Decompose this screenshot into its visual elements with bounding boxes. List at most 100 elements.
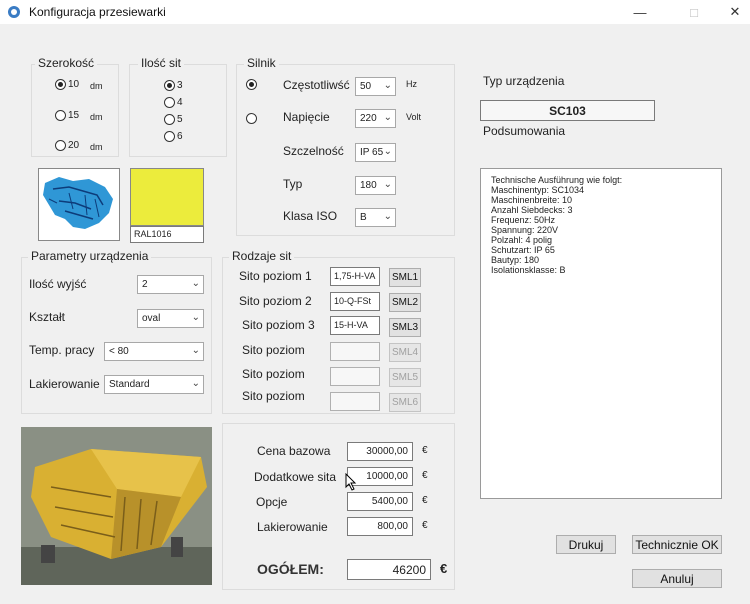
motor-type-label: Typ [283, 177, 303, 191]
sml4-button: SML4 [389, 343, 421, 362]
width-20-radio[interactable] [55, 140, 66, 151]
print-button[interactable]: Drukuj [556, 535, 616, 554]
summary-line: Anzahl Siebdecks: 3 [491, 205, 573, 215]
summary-line: Spannung: 220V [491, 225, 559, 235]
machine-sketch-image [38, 168, 120, 241]
voltage-select[interactable]: 220 ⌄ [355, 109, 396, 128]
currency-symbol: € [422, 470, 428, 481]
sieves-6-radio[interactable] [164, 131, 175, 142]
ilosc-sit-label: Ilość sit [138, 56, 185, 70]
base-price-field[interactable]: 30000,00 [347, 442, 413, 461]
voltage-radio[interactable] [246, 113, 257, 124]
sieve-level-field [330, 342, 380, 361]
width-10-unit: dm [90, 81, 103, 91]
outputs-select[interactable]: 2 ⌄ [137, 275, 204, 294]
machine-photo [21, 427, 212, 585]
sieves-6-label: 6 [177, 131, 183, 142]
app-icon [8, 6, 20, 18]
sieves-3-label: 3 [177, 80, 183, 91]
chevron-down-icon: ⌄ [191, 312, 200, 323]
temp-label: Temp. pracy [29, 343, 95, 357]
frequency-radio[interactable] [246, 79, 257, 90]
width-15-radio[interactable] [55, 110, 66, 121]
frequency-label: Częstotliwść [283, 78, 350, 92]
sieves-5-radio[interactable] [164, 114, 175, 125]
sieve-level-field [330, 367, 380, 386]
summary-line: Frequenz: 50Hz [491, 215, 556, 225]
sml6-button: SML6 [389, 393, 421, 412]
motor-type-select[interactable]: 180 ⌄ [355, 176, 396, 195]
close-icon[interactable]: ✕ [712, 0, 750, 24]
summary-line: Bautyp: 180 [491, 255, 540, 265]
shape-label: Kształt [29, 310, 66, 324]
options-field[interactable]: 5400,00 [347, 492, 413, 511]
ilosc-sit-group [129, 64, 227, 157]
summary-textarea[interactable]: Technische Ausführung wie folgt: Maschin… [480, 168, 722, 499]
sieve-level-label: Sito poziom 3 [242, 318, 315, 332]
protection-label: Szczelność [283, 144, 344, 158]
sml1-button[interactable]: SML1 [389, 268, 421, 287]
width-10-label: 10 [68, 79, 80, 90]
chevron-down-icon: ⌄ [191, 278, 200, 289]
summary-line: Maschinentyp: SC1034 [491, 185, 585, 195]
chevron-down-icon: ⌄ [383, 179, 392, 190]
technical-ok-button[interactable]: Technicznie OK [632, 535, 722, 554]
width-20-label: 20 [68, 140, 80, 151]
sieve-level-field[interactable]: 1,75-H-VA [330, 267, 380, 286]
currency-symbol: € [422, 520, 428, 531]
window-title: Konfiguracja przesiewarki [29, 5, 166, 19]
summary-line: Polzahl: 4 polig [491, 235, 553, 245]
voltage-label: Napięcie [283, 110, 330, 124]
summary-line: Schutzart: IP 65 [491, 245, 555, 255]
chevron-down-icon: ⌄ [383, 146, 392, 157]
summary-line: Isolationsklasse: B [491, 265, 566, 275]
sml3-button[interactable]: SML3 [389, 318, 421, 337]
sml2-button[interactable]: SML2 [389, 293, 421, 312]
painting-select[interactable]: Standard ⌄ [104, 375, 204, 394]
device-type-value: SC103 [480, 100, 655, 121]
painting-price-field[interactable]: 800,00 [347, 517, 413, 536]
chevron-down-icon: ⌄ [191, 378, 200, 389]
maximize-icon: □ [690, 4, 698, 20]
width-20-unit: dm [90, 142, 103, 152]
total-label: OGÓŁEM: [257, 561, 324, 577]
sieves-3-radio[interactable] [164, 80, 175, 91]
color-code-field[interactable]: RAL1016 [130, 226, 204, 243]
sieve-level-field[interactable]: 15-H-VA [330, 316, 380, 335]
extra-sieves-label: Dodatkowe sita [254, 470, 337, 484]
sieves-4-radio[interactable] [164, 97, 175, 108]
shape-select[interactable]: oval ⌄ [137, 309, 204, 328]
painting-price-label: Lakierowanie [257, 520, 328, 534]
sieve-level-field[interactable]: 10-Q-FSt [330, 292, 380, 311]
minimize-icon[interactable]: — [617, 0, 663, 24]
sieve-level-label: Sito poziom 2 [239, 294, 312, 308]
sieve-level-label: Sito poziom [242, 389, 305, 403]
silnik-label: Silnik [244, 56, 279, 70]
summary-line: Technische Ausführung wie folgt: [491, 175, 623, 185]
temp-select[interactable]: < 80 ⌄ [104, 342, 204, 361]
sieves-4-label: 4 [177, 97, 183, 108]
iso-class-select[interactable]: B ⌄ [355, 208, 396, 227]
painting-label: Lakierowanie [29, 377, 100, 391]
summary-label: Podsumowania [483, 124, 566, 138]
sieve-level-field [330, 392, 380, 411]
currency-symbol: € [422, 495, 428, 506]
protection-select[interactable]: IP 65 ⌄ [355, 143, 396, 162]
width-15-label: 15 [68, 110, 80, 121]
summary-line: Maschinenbreite: 10 [491, 195, 573, 205]
width-15-unit: dm [90, 112, 103, 122]
width-10-radio[interactable] [55, 79, 66, 90]
color-swatch [130, 168, 204, 226]
total-field[interactable]: 46200 [347, 559, 431, 580]
mouse-cursor-icon [345, 473, 357, 491]
parametry-label: Parametry urządzenia [28, 249, 152, 263]
frequency-unit: Hz [406, 79, 417, 89]
currency-symbol: € [422, 445, 428, 456]
currency-symbol: € [440, 561, 448, 576]
chevron-down-icon: ⌄ [383, 211, 392, 222]
chevron-down-icon: ⌄ [383, 80, 392, 91]
chevron-down-icon: ⌄ [383, 112, 392, 123]
sieve-level-label: Sito poziom 1 [239, 269, 312, 283]
cancel-button[interactable]: Anuluj [632, 569, 722, 588]
frequency-select[interactable]: 50 ⌄ [355, 77, 396, 96]
